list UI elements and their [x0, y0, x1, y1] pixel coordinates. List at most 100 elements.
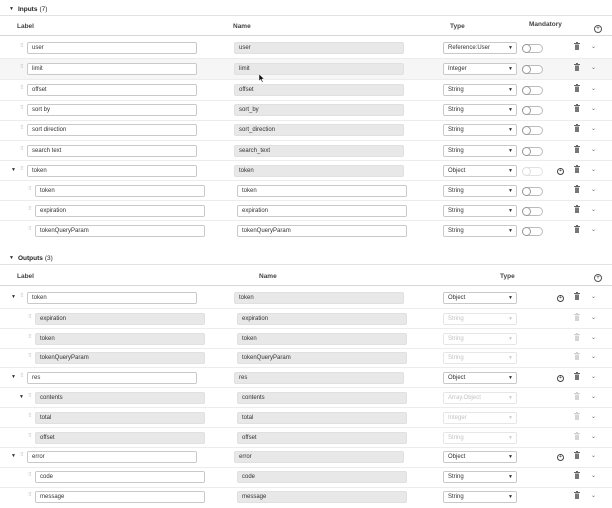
chevron-down-icon[interactable]: ⌄ [591, 353, 596, 360]
drag-handle-icon[interactable]: ⠿ [20, 85, 24, 91]
chevron-down-icon[interactable]: ⌄ [591, 334, 596, 341]
expand-caret-icon[interactable]: ▼ [11, 453, 16, 459]
label-input[interactable]: code [35, 471, 205, 483]
type-select[interactable]: String ▼ [443, 104, 517, 116]
mandatory-toggle[interactable] [522, 147, 543, 156]
mandatory-toggle[interactable] [522, 86, 543, 95]
chevron-down-icon[interactable]: ⌄ [591, 105, 596, 112]
type-select[interactable]: String ▼ [443, 124, 517, 136]
drag-handle-icon[interactable]: ⠿ [28, 492, 32, 498]
chevron-down-icon[interactable]: ⌄ [591, 314, 596, 321]
type-select[interactable]: String ▼ [443, 491, 517, 503]
trash-icon[interactable] [574, 491, 580, 499]
trash-icon[interactable] [574, 225, 580, 233]
chevron-down-icon[interactable]: ⌄ [591, 206, 596, 213]
type-select[interactable]: String ▼ [443, 225, 517, 237]
trash-icon[interactable] [574, 205, 580, 213]
type-select[interactable]: Object ▼ [443, 451, 517, 463]
drag-handle-icon[interactable]: ⠿ [20, 293, 24, 299]
type-select[interactable]: String ▼ [443, 471, 517, 483]
chevron-down-icon[interactable]: ⌄ [591, 64, 596, 71]
type-select[interactable]: Object ▼ [443, 165, 517, 177]
type-select[interactable]: Integer ▼ [443, 63, 517, 75]
drag-handle-icon[interactable]: ⠿ [28, 206, 32, 212]
trash-icon[interactable] [574, 185, 580, 193]
label-input[interactable]: token [27, 165, 197, 177]
chevron-down-icon[interactable]: ⌄ [591, 452, 596, 459]
mandatory-toggle[interactable] [522, 44, 543, 53]
trash-icon[interactable] [574, 84, 580, 92]
label-input[interactable]: token [35, 185, 205, 197]
chevron-down-icon[interactable]: ⌄ [591, 293, 596, 300]
label-input[interactable]: sort by [27, 104, 197, 116]
type-select[interactable]: String ▼ [443, 205, 517, 217]
chevron-down-icon[interactable]: ⌄ [591, 85, 596, 92]
type-select[interactable]: Reference:User ▼ [443, 42, 517, 54]
mandatory-toggle[interactable] [522, 207, 543, 216]
name-input[interactable]: tokenQueryParam [237, 225, 407, 237]
add-child-icon[interactable]: + [557, 295, 564, 302]
label-input[interactable]: message [35, 491, 205, 503]
drag-handle-icon[interactable]: ⠿ [20, 452, 24, 458]
drag-handle-icon[interactable]: ⠿ [20, 105, 24, 111]
chevron-down-icon[interactable]: ⌄ [591, 125, 596, 132]
drag-handle-icon[interactable]: ⠿ [28, 226, 32, 232]
type-select[interactable]: Object ▼ [443, 372, 517, 384]
label-input[interactable]: user [27, 42, 197, 54]
trash-icon[interactable] [574, 165, 580, 173]
chevron-down-icon[interactable]: ⌄ [591, 166, 596, 173]
drag-handle-icon[interactable]: ⠿ [28, 186, 32, 192]
expand-caret-icon[interactable]: ▼ [11, 167, 16, 173]
chevron-down-icon[interactable]: ⌄ [591, 492, 596, 499]
trash-icon[interactable] [574, 42, 580, 50]
chevron-down-icon[interactable]: ⌄ [591, 373, 596, 380]
add-child-icon[interactable]: + [557, 168, 564, 175]
label-input[interactable]: expiration [35, 205, 205, 217]
chevron-down-icon[interactable]: ⌄ [591, 472, 596, 479]
label-input[interactable]: res [27, 372, 197, 384]
expand-caret-icon[interactable]: ▼ [11, 374, 16, 380]
mandatory-toggle[interactable] [522, 65, 543, 74]
outputs-section-header[interactable]: ▼ Outputs (3) [9, 253, 53, 263]
type-select[interactable]: Object ▼ [443, 292, 517, 304]
trash-icon[interactable] [574, 292, 580, 300]
label-input[interactable]: offset [27, 84, 197, 96]
trash-icon[interactable] [574, 124, 580, 132]
collapse-caret-icon[interactable]: ▼ [9, 6, 14, 12]
collapse-caret-icon[interactable]: ▼ [9, 255, 14, 261]
trash-icon[interactable] [574, 104, 580, 112]
label-input[interactable]: error [27, 451, 197, 463]
drag-handle-icon[interactable]: ⠿ [20, 166, 24, 172]
mandatory-toggle[interactable] [522, 187, 543, 196]
drag-handle-icon[interactable]: ⠿ [20, 43, 24, 49]
trash-icon[interactable] [574, 63, 580, 71]
drag-handle-icon[interactable]: ⠿ [20, 125, 24, 131]
add-child-icon[interactable]: + [557, 375, 564, 382]
label-input[interactable]: tokenQueryParam [35, 225, 205, 237]
add-output-icon[interactable]: + [594, 274, 602, 282]
chevron-down-icon[interactable]: ⌄ [591, 393, 596, 400]
mandatory-toggle[interactable] [522, 227, 543, 236]
type-select[interactable]: String ▼ [443, 84, 517, 96]
mandatory-toggle[interactable] [522, 106, 543, 115]
label-input[interactable]: sort direction [27, 124, 197, 136]
chevron-down-icon[interactable]: ⌄ [591, 226, 596, 233]
trash-icon[interactable] [574, 451, 580, 459]
trash-icon[interactable] [574, 372, 580, 380]
inputs-section-header[interactable]: ▼ Inputs (7) [9, 4, 47, 14]
label-input[interactable]: search text [27, 145, 197, 157]
chevron-down-icon[interactable]: ⌄ [591, 43, 596, 50]
trash-icon[interactable] [574, 145, 580, 153]
name-input[interactable]: expiration [237, 205, 407, 217]
label-input[interactable]: token [27, 292, 197, 304]
drag-handle-icon[interactable]: ⠿ [20, 64, 24, 70]
chevron-down-icon[interactable]: ⌄ [591, 186, 596, 193]
trash-icon[interactable] [574, 471, 580, 479]
drag-handle-icon[interactable]: ⠿ [20, 373, 24, 379]
mandatory-toggle[interactable] [522, 126, 543, 135]
chevron-down-icon[interactable]: ⌄ [591, 433, 596, 440]
drag-handle-icon[interactable]: ⠿ [20, 146, 24, 152]
expand-caret-icon[interactable]: ▼ [11, 294, 16, 300]
chevron-down-icon[interactable]: ⌄ [591, 413, 596, 420]
expand-caret-icon[interactable]: ▼ [19, 394, 24, 400]
